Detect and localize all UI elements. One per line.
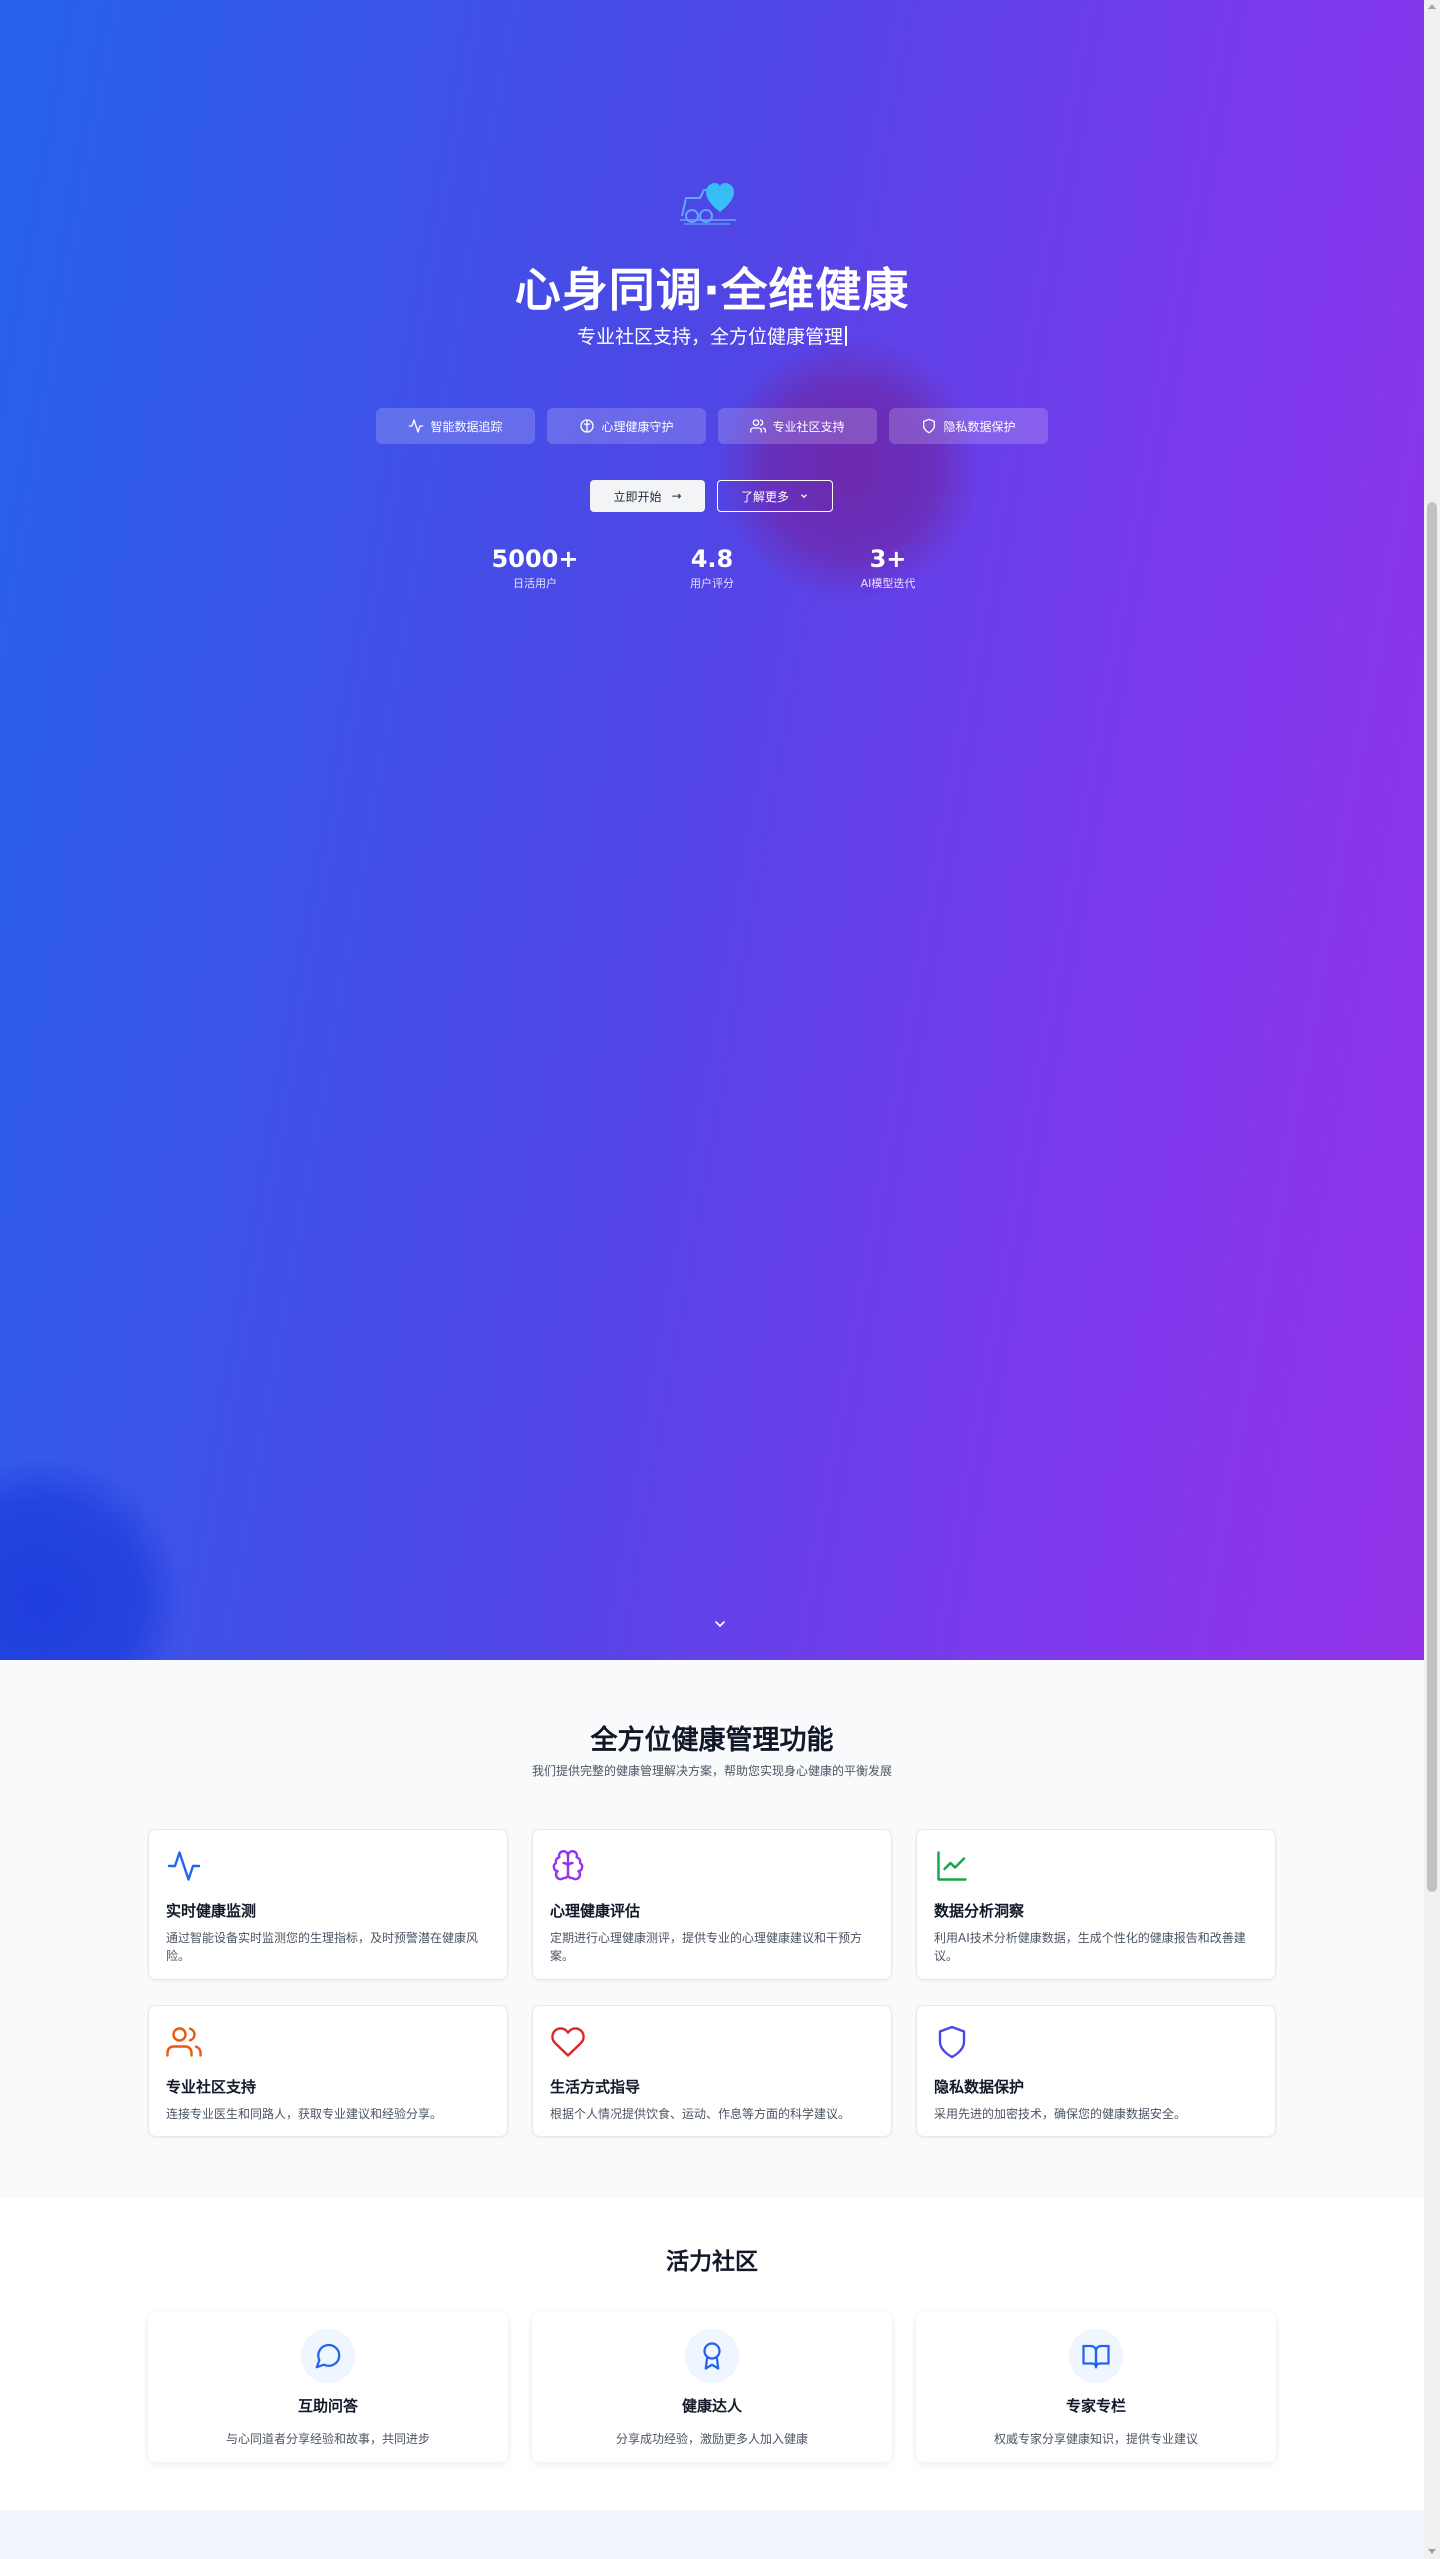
scroll-down-chevron-icon[interactable]	[712, 1616, 728, 1632]
stat-label: 日活用户	[513, 577, 557, 590]
feature-title: 数据分析洞察	[934, 1902, 1025, 1920]
hero-subtitle: 专业社区支持，全方位健康管理	[0, 322, 1424, 349]
pill-label: 隐私数据保护	[943, 419, 1016, 434]
feature-pill-community[interactable]: 专业社区支持	[718, 408, 877, 444]
community-card-title: 专家专栏	[1065, 2397, 1126, 2415]
community-icon-wrap	[301, 2329, 355, 2383]
feature-card-lifestyle[interactable]: 生活方式指导 根据个人情况提供饮食、运动、作息等方面的科学建议。	[532, 2005, 892, 2137]
community-title: 活力社区	[666, 2249, 758, 2275]
community-card-qa[interactable]: 互助问答 与心同道者分享经验和故事，共同进步	[148, 2312, 508, 2462]
users-icon	[166, 2027, 202, 2057]
features-title: 全方位健康管理功能	[590, 1725, 834, 1756]
next-section-edge	[0, 2510, 1424, 2559]
learn-more-button[interactable]: 了解更多	[717, 480, 833, 512]
arrow-right-icon: →	[671, 489, 682, 503]
community-icon-wrap	[685, 2329, 739, 2383]
decorative-blob	[0, 1460, 180, 1660]
brain-icon	[580, 419, 595, 433]
learn-more-label: 了解更多	[740, 489, 789, 504]
feature-title: 隐私数据保护	[934, 2078, 1025, 2096]
stat-daily-users: 5000+ 日活用户	[465, 545, 605, 591]
stat-label: 用户评分	[690, 577, 734, 590]
hero-section: 心身同调·全维健康 专业社区支持，全方位健康管理 智能数据追踪 心理健康守护 专…	[0, 0, 1424, 1660]
feature-card-privacy[interactable]: 隐私数据保护 采用先进的加密技术，确保您的健康数据安全。	[916, 2005, 1276, 2137]
feature-card-mental[interactable]: 心理健康评估 定期进行心理健康测评，提供专业的心理健康建议和干预方案。	[532, 1829, 892, 1980]
line-chart-icon	[937, 1851, 967, 1881]
feature-title: 实时健康监测	[166, 1902, 257, 1920]
pill-label: 专业社区支持	[772, 419, 845, 434]
community-card-experts-health[interactable]: 健康达人 分享成功经验，激励更多人加入健康	[532, 2312, 892, 2462]
feature-pill-privacy[interactable]: 隐私数据保护	[889, 408, 1048, 444]
hero-title: 心身同调·全维健康	[514, 263, 910, 317]
feature-desc: 通过智能设备实时监测您的生理指标，及时预警潜在健康风险。	[166, 1931, 479, 1963]
shield-icon	[938, 2025, 966, 2059]
community-card-desc: 与心同道者分享经验和故事，共同进步	[225, 2432, 430, 2446]
feature-card-community[interactable]: 专业社区支持 连接专业医生和同路人，获取专业建议和经验分享。	[148, 2005, 508, 2137]
activity-icon	[167, 1851, 201, 1881]
book-open-icon	[1082, 2344, 1110, 2369]
feature-title: 生活方式指导	[550, 2078, 641, 2096]
feature-desc: 定期进行心理健康测评，提供专业的心理健康建议和干预方案。	[550, 1931, 863, 1963]
pill-label: 智能数据追踪	[430, 419, 503, 434]
activity-icon	[409, 419, 424, 433]
feature-pill-tracking[interactable]: 智能数据追踪	[376, 408, 535, 444]
stat-value: 3+	[869, 545, 907, 573]
stat-label: AI模型迭代	[860, 577, 916, 590]
scroll-up-arrow-icon[interactable]	[1428, 4, 1436, 9]
typing-caret	[845, 326, 847, 346]
community-card-title: 互助问答	[297, 2397, 358, 2415]
feature-desc: 采用先进的加密技术，确保您的健康数据安全。	[934, 2107, 1187, 2121]
feature-desc: 根据个人情况提供饮食、运动、作息等方面的科学建议。	[550, 2107, 851, 2121]
feature-title: 心理健康评估	[550, 1902, 641, 1920]
heart-icon	[551, 2027, 585, 2057]
page-scrollbar[interactable]	[1424, 0, 1440, 2559]
health-logo-icon	[680, 183, 736, 225]
pill-label: 心理健康守护	[601, 419, 674, 434]
scroll-down-arrow-icon[interactable]	[1428, 2549, 1436, 2554]
stat-value: 5000+	[491, 545, 579, 573]
community-card-desc: 权威专家分享健康知识，提供专业建议	[993, 2432, 1198, 2446]
start-now-button[interactable]: 立即开始 →	[590, 480, 705, 512]
feature-card-monitoring[interactable]: 实时健康监测 通过智能设备实时监测您的生理指标，及时预警潜在健康风险。	[148, 1829, 508, 1980]
features-subtitle: 我们提供完整的健康管理解决方案，帮助您实现身心健康的平衡发展	[531, 1764, 892, 1778]
hero-subtitle-text: 专业社区支持，全方位健康管理	[576, 326, 843, 348]
message-circle-icon	[315, 2343, 341, 2369]
users-icon	[750, 419, 767, 433]
community-card-title: 健康达人	[681, 2397, 742, 2415]
feature-title: 专业社区支持	[166, 2078, 257, 2096]
feature-card-analytics[interactable]: 数据分析洞察 利用AI技术分析健康数据，生成个性化的健康报告和改善建议。	[916, 1829, 1276, 1980]
stat-value: 4.8	[690, 545, 734, 573]
stat-ai-models: 3+ AI模型迭代	[818, 545, 958, 591]
feature-desc: 利用AI技术分析健康数据，生成个性化的健康报告和改善建议。	[934, 1931, 1246, 1963]
scrollbar-thumb[interactable]	[1427, 502, 1437, 1892]
community-icon-wrap	[1069, 2329, 1123, 2383]
stat-rating: 4.8 用户评分	[642, 545, 782, 591]
feature-desc: 连接专业医生和同路人，获取专业建议和经验分享。	[166, 2107, 443, 2121]
community-card-column[interactable]: 专家专栏 权威专家分享健康知识，提供专业建议	[916, 2312, 1276, 2462]
award-icon	[703, 2342, 721, 2370]
feature-pill-mental[interactable]: 心理健康守护	[547, 408, 706, 444]
community-card-desc: 分享成功经验，激励更多人加入健康	[615, 2432, 808, 2446]
brain-icon	[552, 1850, 584, 1881]
start-now-label: 立即开始	[613, 489, 662, 504]
shield-icon	[923, 418, 936, 434]
chevron-down-icon	[801, 494, 807, 499]
